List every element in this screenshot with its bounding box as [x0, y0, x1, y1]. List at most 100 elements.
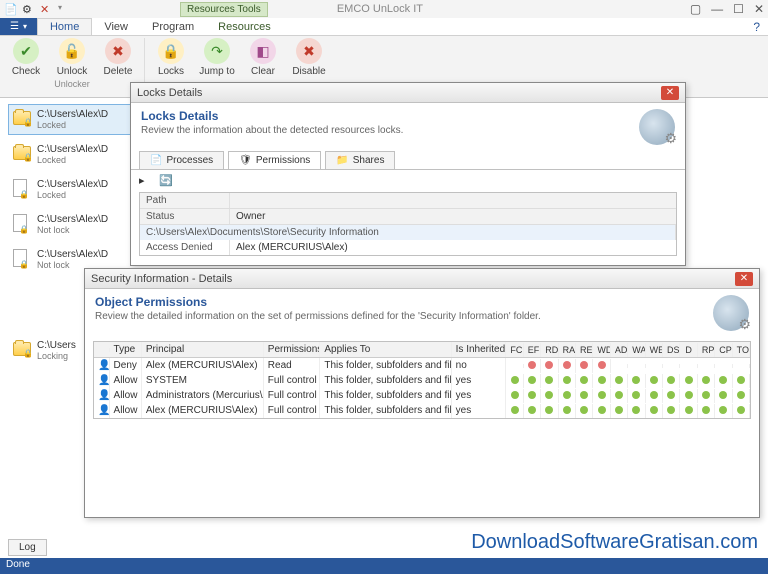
inherited-cell: no: [452, 358, 507, 373]
close-icon[interactable]: ✕: [754, 2, 764, 16]
jump-icon: ↷: [204, 38, 230, 64]
qat-icon[interactable]: 📄: [4, 3, 16, 15]
locks-details-dialog: Locks Details ✕ Locks Details Review the…: [130, 82, 686, 266]
minimize-icon[interactable]: —: [711, 2, 723, 16]
col-flag[interactable]: FC: [506, 343, 523, 357]
resource-item[interactable]: C:\Users\Alex\D Locked: [8, 139, 138, 170]
file-tab[interactable]: ☰ ▾: [0, 18, 37, 35]
tab-permissions[interactable]: 🛡Permissions: [228, 151, 321, 169]
tab-resources[interactable]: Resources: [206, 18, 283, 35]
col-flag[interactable]: CP: [715, 343, 732, 357]
col-flag[interactable]: WE: [646, 343, 663, 357]
col-applies[interactable]: Applies To: [320, 342, 451, 357]
tab-shares[interactable]: 📁Shares: [325, 151, 395, 169]
inherited-cell: yes: [452, 403, 507, 418]
permission-row[interactable]: 👤DenyAlex (MERCURIUS\Alex)ReadThis folde…: [94, 358, 750, 373]
col-permissions[interactable]: Permissions: [264, 342, 321, 357]
resource-item[interactable]: C:\Users\Alex\D Locked: [8, 104, 138, 135]
resource-path: C:\Users\Alex\D: [37, 109, 133, 120]
flag-cell: [576, 359, 593, 373]
col-owner[interactable]: Owner: [230, 209, 676, 224]
dialog-title: Security Information - Details: [91, 273, 232, 285]
permission-row[interactable]: 👤AllowSYSTEMFull controlThis folder, sub…: [94, 373, 750, 388]
status-bar: Done: [0, 558, 768, 574]
folder-lock-icon: [13, 342, 31, 356]
delete-button[interactable]: ✖ Delete: [98, 38, 138, 77]
resource-status: Not lock: [37, 225, 133, 235]
col-flag[interactable]: D: [680, 343, 697, 357]
flag-cell: [576, 389, 593, 403]
flag-cell: [576, 374, 593, 388]
grid-header-row: Path: [140, 193, 676, 209]
col-flag[interactable]: WA: [628, 343, 645, 357]
jump-button[interactable]: ↷ Jump to: [197, 38, 237, 77]
user-icon: 👤: [94, 403, 110, 418]
user-icon: 👤: [94, 358, 110, 373]
locks-button[interactable]: 🔒 Locks: [151, 38, 191, 77]
flag-cell: [680, 364, 697, 368]
col-status[interactable]: Status: [140, 209, 230, 224]
close-icon[interactable]: ✕: [661, 86, 679, 100]
resource-status: Locked: [37, 190, 133, 200]
qat-save-icon[interactable]: ⚙: [22, 3, 34, 15]
log-tab[interactable]: Log: [8, 539, 47, 556]
locks-icon: 🔒: [158, 38, 184, 64]
col-flag[interactable]: AD: [611, 343, 628, 357]
help-icon[interactable]: ?: [745, 18, 768, 35]
shares-icon: 📁: [336, 155, 348, 166]
clear-button[interactable]: ◧ Clear: [243, 38, 283, 77]
group-label-unlocker: Unlocker: [6, 79, 138, 89]
flag-cell: [698, 374, 715, 388]
qat-dropdown-icon[interactable]: ▾: [58, 3, 70, 15]
expand-icon[interactable]: ▸: [139, 174, 153, 188]
flag-cell: [733, 374, 750, 388]
grid-data-row[interactable]: C:\Users\Alex\Documents\Store\Security I…: [140, 225, 676, 240]
tab-processes[interactable]: 📄Processes: [139, 151, 224, 169]
col-flag[interactable]: RP: [698, 343, 715, 357]
resource-item[interactable]: C:\Users\Alex\D Locked: [8, 174, 138, 205]
delete-icon: ✖: [105, 38, 131, 64]
col-flag[interactable]: EF: [524, 343, 541, 357]
col-principal[interactable]: Principal: [142, 342, 264, 357]
resource-item[interactable]: C:\Users\Alex\D Not lock: [8, 209, 138, 240]
flag-cell: [680, 374, 697, 388]
dialog-titlebar[interactable]: Locks Details ✕: [131, 83, 685, 103]
dialog-titlebar[interactable]: Security Information - Details ✕: [85, 269, 759, 289]
permissions-grid: Type Principal Permissions Applies To Is…: [93, 341, 751, 419]
ribbon-collapse-icon[interactable]: ▢: [690, 2, 701, 16]
tab-view[interactable]: View: [92, 18, 140, 35]
flag-cell: [559, 404, 576, 418]
col-spacer: [230, 193, 676, 208]
check-button[interactable]: ✔ Check: [6, 38, 46, 77]
flag-cell: [628, 374, 645, 388]
flag-cell: [663, 374, 680, 388]
permission-row[interactable]: 👤AllowAdministrators (Mercurius\Ad...Ful…: [94, 388, 750, 403]
grid-data-row[interactable]: Access Denied Alex (MERCURIUS\Alex): [140, 240, 676, 255]
clear-icon: ◧: [250, 38, 276, 64]
chevron-down-icon: ▾: [23, 22, 27, 31]
col-flag[interactable]: WD: [593, 343, 610, 357]
col-inherited[interactable]: Is Inherited: [452, 342, 507, 357]
close-icon[interactable]: ✕: [735, 272, 753, 286]
flag-cell: [628, 389, 645, 403]
flag-cell: [524, 389, 541, 403]
disable-button[interactable]: ✖ Disable: [289, 38, 329, 77]
quick-access-toolbar: 📄 ⚙ ✕ ▾: [4, 3, 70, 15]
file-lock-icon: [13, 214, 27, 232]
qat-delete-icon[interactable]: ✕: [40, 3, 52, 15]
unlock-button[interactable]: 🔓 Unlock: [52, 38, 92, 77]
col-flag[interactable]: RD: [541, 343, 558, 357]
col-flag[interactable]: DS: [663, 343, 680, 357]
applies-cell: This folder, subfolders and files: [320, 358, 451, 373]
maximize-icon[interactable]: ☐: [733, 2, 744, 16]
col-flag[interactable]: RE: [576, 343, 593, 357]
tab-program[interactable]: Program: [140, 18, 206, 35]
tab-home[interactable]: Home: [37, 18, 92, 35]
permission-row[interactable]: 👤AllowAlex (MERCURIUS\Alex)Full controlT…: [94, 403, 750, 418]
refresh-icon[interactable]: 🔄: [159, 174, 173, 188]
flag-cell: [576, 404, 593, 418]
col-flag[interactable]: TO: [733, 343, 750, 357]
col-type[interactable]: Type: [110, 342, 142, 357]
col-path[interactable]: Path: [140, 193, 230, 208]
col-flag[interactable]: RA: [559, 343, 576, 357]
